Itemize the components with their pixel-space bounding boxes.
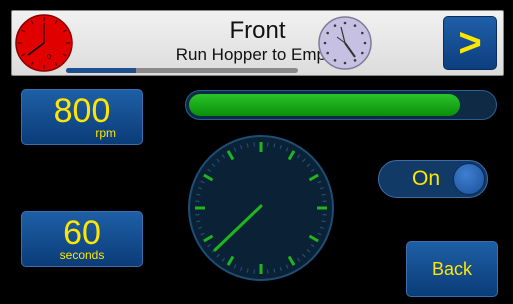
toggle-label: On bbox=[412, 167, 441, 190]
next-button[interactable]: > bbox=[443, 16, 497, 70]
header-progress-fill bbox=[66, 68, 136, 73]
duration-unit: seconds bbox=[59, 248, 105, 262]
red-gauge-icon: 0 bbox=[15, 14, 73, 72]
page-title: Front bbox=[229, 17, 286, 44]
duration-button[interactable]: 60 seconds bbox=[21, 211, 143, 267]
back-button[interactable]: Back bbox=[406, 241, 498, 297]
run-progress-bar bbox=[185, 90, 497, 120]
toggle-knob[interactable] bbox=[453, 163, 485, 195]
page-subtitle: Run Hopper to Empty bbox=[175, 45, 340, 64]
speed-value: 800 bbox=[53, 92, 111, 130]
on-off-toggle[interactable]: On bbox=[378, 160, 488, 198]
run-progress-fill bbox=[189, 94, 460, 116]
clock-icon bbox=[318, 16, 372, 70]
red-dial-value: 0 bbox=[47, 54, 51, 61]
header-panel: 0 Front Run Hopper to Empty > bbox=[11, 10, 504, 76]
speed-button[interactable]: 800 rpm bbox=[21, 89, 143, 145]
header-progress-bar bbox=[66, 68, 298, 73]
speed-unit: rpm bbox=[95, 126, 116, 140]
timer-dial-icon bbox=[188, 135, 334, 281]
